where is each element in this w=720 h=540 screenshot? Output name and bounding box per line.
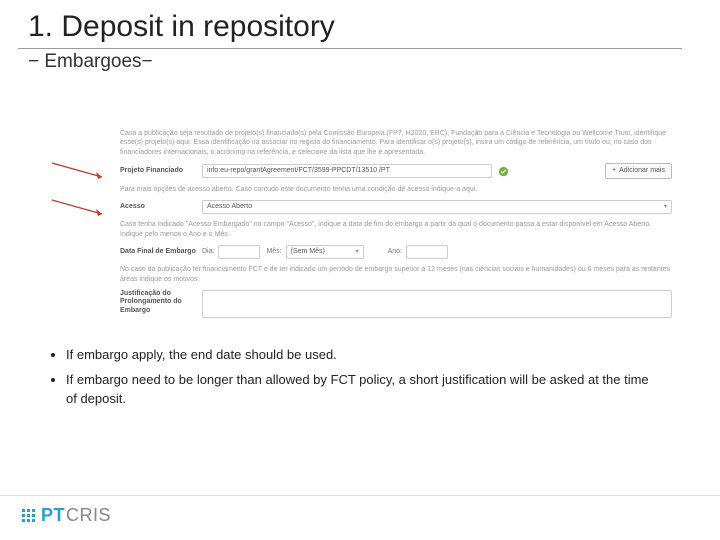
slide-subtitle: − Embargoes− — [0, 49, 720, 73]
month-label: Mês: — [266, 247, 281, 256]
footer-divider — [0, 495, 720, 496]
logo-cris: CRIS — [66, 505, 111, 526]
slide-title: 1. Deposit in repository — [0, 0, 720, 46]
project-field[interactable]: info:eu-repo/grantAgreement/FCT/3599-PPC… — [202, 164, 492, 178]
month-select[interactable]: (Sem Mês) ▾ — [286, 245, 364, 259]
help-justification: No caso da publicação ter financiamento … — [120, 265, 672, 284]
embargo-date-label: Data Final de Embargo — [120, 247, 202, 256]
project-label: Projeto Financiado — [120, 166, 202, 175]
justification-label: Justificação do Prolongamento do Embargo — [120, 290, 202, 315]
project-value: info:eu-repo/grantAgreement/FCT/3599-PPC… — [207, 166, 390, 175]
list-item: If embargo need to be longer than allowe… — [66, 371, 660, 409]
arrow-annotation — [50, 198, 110, 218]
add-more-label: Adicionar mais — [619, 166, 665, 175]
help-embargo: Caso tenha indicado "Acesso Embargado" n… — [120, 220, 672, 239]
add-more-button[interactable]: + Adicionar mais — [605, 163, 672, 178]
bullet-list: If embargo apply, the end date should be… — [52, 346, 660, 409]
check-icon — [498, 166, 509, 177]
form-screenshot: Caso a publicação seja resultado de proj… — [120, 129, 672, 318]
day-label: Dia: — [202, 247, 214, 256]
access-label: Acesso — [120, 202, 202, 211]
year-field[interactable] — [406, 245, 448, 259]
help-project: Caso a publicação seja resultado de proj… — [120, 129, 672, 157]
year-label: Ano: — [388, 247, 402, 256]
ptcris-logo: PT CRIS — [22, 505, 111, 526]
arrow-annotation — [50, 161, 110, 181]
day-field[interactable] — [218, 245, 260, 259]
plus-icon: + — [612, 166, 616, 175]
list-item: If embargo apply, the end date should be… — [66, 346, 660, 365]
logo-pt: PT — [41, 505, 65, 526]
access-value: Acesso Aberto — [207, 202, 252, 211]
help-access: Para mais opções de acesso aberto. Caso … — [120, 185, 672, 194]
chevron-down-icon: ▾ — [356, 248, 359, 256]
justification-textarea[interactable] — [202, 290, 672, 318]
access-select[interactable]: Acesso Aberto ▾ — [202, 200, 672, 214]
chevron-down-icon: ▾ — [664, 203, 667, 211]
logo-dots-icon — [22, 509, 35, 522]
month-value: (Sem Mês) — [291, 247, 325, 256]
